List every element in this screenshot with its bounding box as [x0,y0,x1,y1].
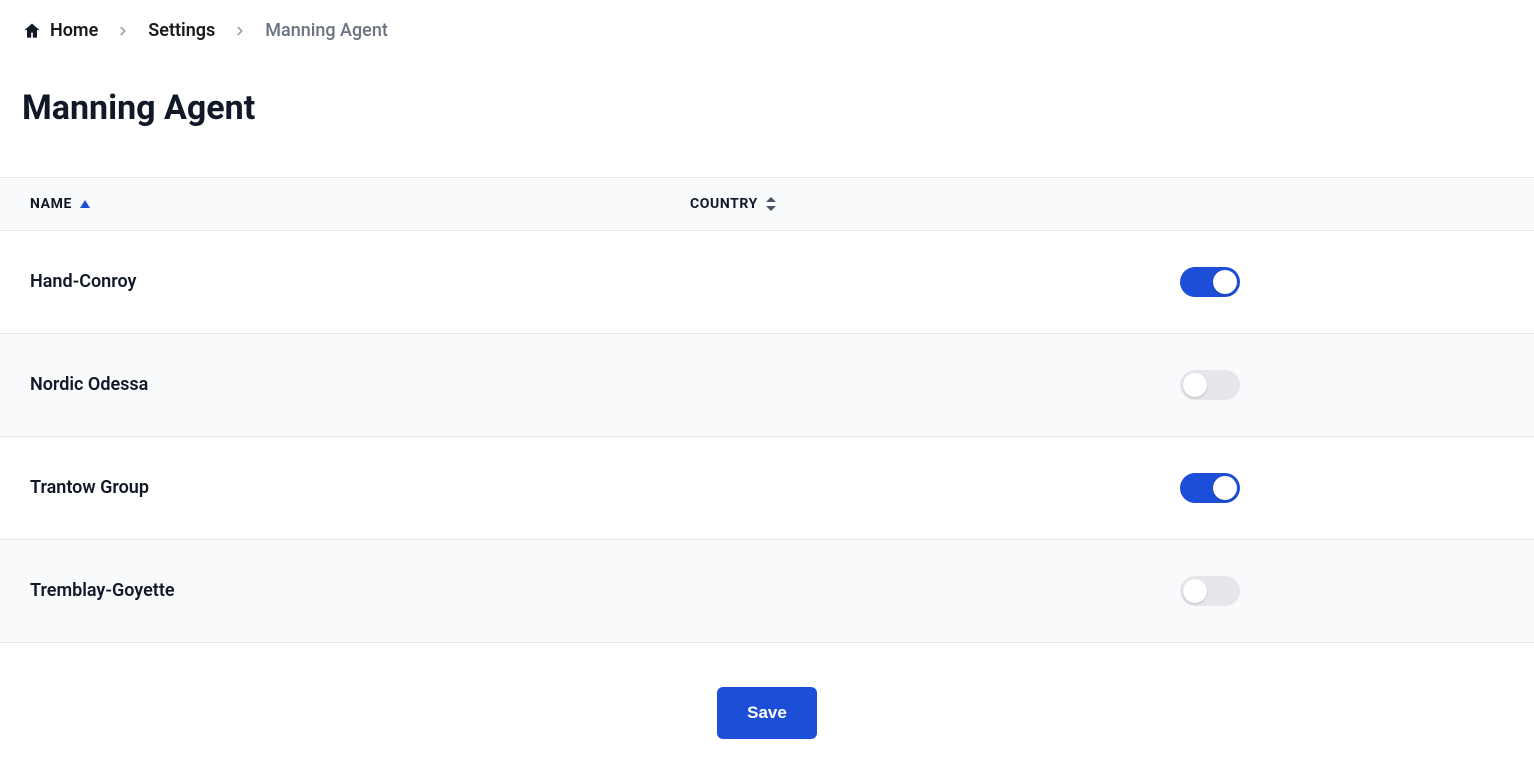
column-header-name[interactable]: NAME [30,196,690,212]
save-button[interactable]: Save [717,687,817,739]
sort-asc-icon [80,200,90,208]
chevron-right-icon [233,24,247,38]
toggle-knob [1183,373,1207,397]
agents-table: NAME COUNTRY Hand-Conroy Nordic Odessa Tra… [0,177,1534,643]
column-header-name-label: NAME [30,196,72,212]
table-header: NAME COUNTRY [0,178,1534,231]
breadcrumb-current: Manning Agent [265,20,388,41]
toggle-knob [1183,579,1207,603]
cell-toggle [1160,473,1504,503]
breadcrumb-settings[interactable]: Settings [148,20,215,41]
table-row: Trantow Group [0,437,1534,540]
table-row: Hand-Conroy [0,231,1534,334]
enable-toggle[interactable] [1180,576,1240,606]
chevron-right-icon [116,24,130,38]
column-header-country-label: COUNTRY [690,196,758,212]
column-header-country[interactable]: COUNTRY [690,196,1160,212]
table-row: Tremblay-Goyette [0,540,1534,643]
breadcrumb-settings-label: Settings [148,20,215,41]
cell-name: Nordic Odessa [30,374,690,395]
breadcrumb-home[interactable]: Home [22,20,98,41]
cell-name: Hand-Conroy [30,271,690,292]
breadcrumb-current-label: Manning Agent [265,20,388,41]
cell-toggle [1160,267,1504,297]
toggle-knob [1213,270,1237,294]
table-body: Hand-Conroy Nordic Odessa Trantow Group Tre… [0,231,1534,643]
home-icon [22,21,42,41]
table-row: Nordic Odessa [0,334,1534,437]
cell-name: Trantow Group [30,477,690,498]
toggle-knob [1213,476,1237,500]
cell-name: Tremblay-Goyette [30,580,690,601]
enable-toggle[interactable] [1180,267,1240,297]
sort-both-icon [766,197,776,211]
breadcrumb-home-label: Home [50,20,98,41]
enable-toggle[interactable] [1180,473,1240,503]
enable-toggle[interactable] [1180,370,1240,400]
cell-toggle [1160,576,1504,606]
actions-bar: Save [0,643,1534,759]
breadcrumb: Home Settings Manning Agent [0,0,1534,51]
cell-toggle [1160,370,1504,400]
page-title: Manning Agent [0,74,1534,154]
